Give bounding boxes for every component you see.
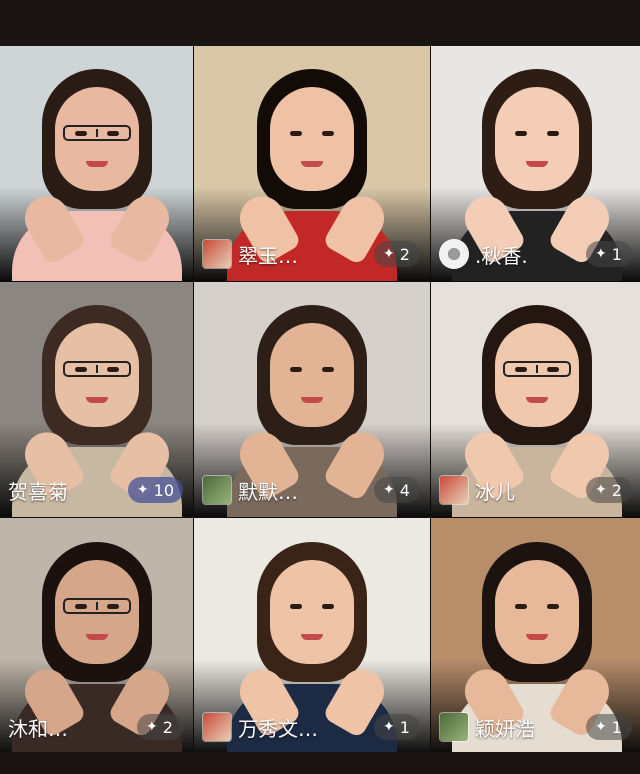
participant-name: 万秀文… [238, 716, 318, 741]
eye [290, 604, 302, 609]
like-count-badge[interactable]: ✦ 2 [374, 241, 420, 267]
avatar-image [440, 713, 468, 741]
like-count: 1 [611, 717, 622, 737]
avatar[interactable] [202, 475, 232, 505]
like-count-badge[interactable]: ✦ 10 [127, 477, 183, 503]
sparkle-icon: ✦ [595, 719, 607, 735]
mouth [525, 161, 548, 167]
face [494, 87, 579, 191]
video-tile[interactable]: 沐和… ✦ 2 [0, 518, 193, 754]
video-tile[interactable]: 翠玉… ✦ 2 [194, 46, 430, 281]
eye [322, 131, 334, 136]
mouth [525, 634, 548, 640]
like-count-badge[interactable]: ✦ 1 [374, 714, 420, 740]
video-tile[interactable]: 默默… ✦ 4 [194, 282, 430, 517]
face [270, 560, 354, 664]
avatar-image [203, 713, 231, 741]
participant-label: 冰儿 [439, 475, 515, 505]
glasses [62, 361, 131, 377]
eye [546, 604, 559, 609]
sparkle-icon: ✦ [383, 719, 395, 735]
top-status-bar [0, 0, 640, 46]
avatar-image [203, 476, 231, 504]
face [54, 87, 139, 191]
like-count-badge[interactable]: ✦ 2 [137, 714, 183, 740]
like-count-badge[interactable]: ✦ 1 [586, 241, 632, 267]
video-tile[interactable]: .秋香. ✦ 1 [431, 46, 640, 281]
video-tile[interactable] [0, 46, 193, 281]
glasses [62, 125, 131, 141]
participant-name: 冰儿 [475, 479, 515, 504]
mouth [85, 634, 108, 640]
sparkle-icon: ✦ [136, 482, 149, 498]
participant-label: 沐和… [8, 712, 68, 742]
like-count-badge[interactable]: ✦ 2 [586, 477, 632, 503]
avatar-image [440, 476, 468, 504]
avatar[interactable] [439, 475, 469, 505]
like-count: 1 [611, 244, 622, 264]
video-tile[interactable]: 颖妍浩 ✦ 1 [431, 518, 640, 754]
participant-name: 贺喜菊 [8, 479, 68, 504]
face [54, 560, 139, 664]
like-count-badge[interactable]: ✦ 4 [374, 477, 420, 503]
mouth [85, 397, 108, 403]
face [270, 323, 354, 427]
avatar[interactable] [439, 712, 469, 742]
participant-name: 沐和… [8, 716, 68, 741]
like-count: 10 [153, 480, 174, 500]
participant-name: 翠玉… [238, 243, 298, 268]
like-count-badge[interactable]: ✦ 1 [586, 714, 632, 740]
glasses [62, 598, 131, 614]
like-count: 2 [399, 244, 410, 264]
like-count: 1 [399, 717, 410, 737]
avatar[interactable] [202, 239, 232, 269]
eye [322, 604, 334, 609]
face [270, 87, 354, 191]
eye [514, 604, 527, 609]
sparkle-icon: ✦ [595, 482, 607, 498]
eye [290, 131, 302, 136]
mouth [301, 161, 323, 167]
like-count: 2 [162, 717, 173, 737]
participant-label: 颖妍浩 [439, 712, 535, 742]
avatar[interactable] [439, 239, 469, 269]
participant-video [11, 51, 182, 281]
avatar[interactable] [202, 712, 232, 742]
eye [322, 367, 334, 372]
eye [514, 131, 527, 136]
video-tile[interactable]: 冰儿 ✦ 2 [431, 282, 640, 517]
sparkle-icon: ✦ [383, 482, 395, 498]
bottom-bar [0, 752, 640, 774]
participant-label: 默默… [202, 475, 298, 505]
participant-name: 默默… [238, 479, 298, 504]
video-grid: 翠玉… ✦ 2 .秋香. ✦ 1 贺喜菊 ✦ 10 默默… ✦ 4 冰儿 ✦ 2… [0, 46, 640, 754]
mouth [525, 397, 548, 403]
video-tile[interactable]: 万秀文… ✦ 1 [194, 518, 430, 754]
participant-label: 万秀文… [202, 712, 318, 742]
mouth [301, 397, 323, 403]
like-count: 2 [611, 480, 622, 500]
mouth [85, 161, 108, 167]
avatar-image [203, 240, 231, 268]
participant-label: 贺喜菊 [8, 475, 68, 505]
glasses [502, 361, 571, 377]
sparkle-icon: ✦ [383, 246, 395, 262]
sparkle-icon: ✦ [146, 719, 158, 735]
avatar-image [440, 240, 468, 268]
participant-label: 翠玉… [202, 239, 298, 269]
like-count: 4 [399, 480, 410, 500]
participant-name: 颖妍浩 [475, 716, 535, 741]
face [494, 323, 579, 427]
eye [546, 131, 559, 136]
participant-label: .秋香. [439, 239, 528, 269]
video-tile[interactable]: 贺喜菊 ✦ 10 [0, 282, 193, 517]
mouth [301, 634, 323, 640]
participant-name: .秋香. [475, 243, 528, 268]
sparkle-icon: ✦ [595, 246, 607, 262]
eye [290, 367, 302, 372]
face [54, 323, 139, 427]
face [494, 560, 579, 664]
